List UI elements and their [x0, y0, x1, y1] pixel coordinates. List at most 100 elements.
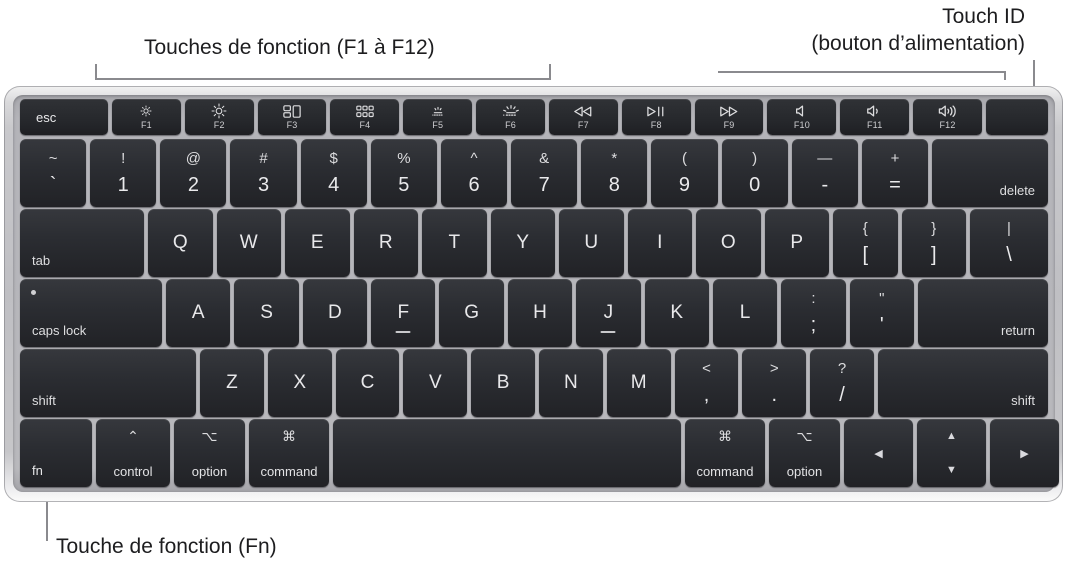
- key-option-left[interactable]: ⌥ option: [174, 419, 245, 487]
- key-fn[interactable]: fn: [20, 419, 92, 487]
- key-f10-volume-mute[interactable]: F10: [767, 99, 837, 135]
- key-5[interactable]: % 5: [370, 139, 437, 207]
- key-7-shift-legend: &: [539, 150, 550, 167]
- key-v[interactable]: V: [403, 349, 468, 417]
- key-period-legend: .: [771, 384, 778, 406]
- key-f[interactable]: F: [371, 279, 436, 347]
- key-backslash-legend: \: [1006, 244, 1012, 266]
- key-r[interactable]: R: [353, 209, 418, 277]
- key-shift-left[interactable]: shift: [20, 349, 196, 417]
- key-q[interactable]: Q: [148, 209, 213, 277]
- key-arrow-left[interactable]: ◀: [844, 419, 913, 487]
- key-w[interactable]: W: [216, 209, 281, 277]
- key-bracket-left[interactable]: { [: [833, 209, 898, 277]
- key-shift-right[interactable]: shift: [877, 349, 1048, 417]
- key-arrow-up-down[interactable]: ▲ ▼: [917, 419, 986, 487]
- key-c[interactable]: C: [335, 349, 400, 417]
- key-z[interactable]: Z: [200, 349, 264, 417]
- key-9[interactable]: ( 9: [651, 139, 718, 207]
- key-j[interactable]: J: [576, 279, 641, 347]
- key-d[interactable]: D: [302, 279, 368, 347]
- annotation-fn-key: Touche de fonction (Fn): [56, 535, 277, 558]
- leader-line-function-keys-span: [95, 78, 551, 80]
- key-f11-volume-down[interactable]: F11: [840, 99, 910, 135]
- key-p[interactable]: P: [764, 209, 829, 277]
- key-u[interactable]: U: [559, 209, 624, 277]
- key-6[interactable]: ^ 6: [440, 139, 508, 207]
- key-quote[interactable]: " ': [849, 279, 914, 347]
- key-o[interactable]: O: [696, 209, 761, 277]
- key-k[interactable]: K: [644, 279, 709, 347]
- key-h[interactable]: H: [507, 279, 573, 347]
- command-symbol-icon: ⌘: [282, 428, 296, 444]
- key-comma[interactable]: < ,: [674, 349, 739, 417]
- key-backtick-legend: `: [49, 174, 57, 196]
- key-7[interactable]: & 7: [511, 139, 578, 207]
- key-command-right[interactable]: ⌘ command: [685, 419, 765, 487]
- keyboard-backlight-up-icon: [500, 104, 522, 118]
- key-option-right[interactable]: ⌥ option: [769, 419, 840, 487]
- key-command-left[interactable]: ⌘ command: [249, 419, 329, 487]
- key-equals[interactable]: + =: [861, 139, 929, 207]
- key-3[interactable]: # 3: [230, 139, 297, 207]
- key-m[interactable]: M: [606, 349, 671, 417]
- key-space[interactable]: [333, 419, 681, 487]
- key-slash[interactable]: ? /: [810, 349, 874, 417]
- key-e[interactable]: E: [285, 209, 350, 277]
- key-control[interactable]: ⌃ control: [96, 419, 170, 487]
- homing-bar-icon: [600, 331, 616, 333]
- key-option-left-label: option: [191, 464, 228, 479]
- key-i[interactable]: I: [627, 209, 692, 277]
- key-f3-mission-control[interactable]: F3: [257, 99, 327, 135]
- key-escape[interactable]: esc: [20, 99, 108, 135]
- key-8[interactable]: * 8: [581, 139, 648, 207]
- key-f2-label: F2: [213, 120, 225, 130]
- key-arrow-right[interactable]: ▶: [990, 419, 1059, 487]
- key-n[interactable]: N: [538, 349, 603, 417]
- key-semicolon[interactable]: : ;: [781, 279, 846, 347]
- key-tab[interactable]: tab: [20, 209, 144, 277]
- key-b[interactable]: B: [471, 349, 535, 417]
- key-2[interactable]: @ 2: [160, 139, 227, 207]
- key-caps-lock[interactable]: caps lock: [20, 279, 162, 347]
- key-arrow-down[interactable]: ▼: [946, 464, 957, 476]
- volume-down-icon: [866, 104, 883, 118]
- key-f1-brightness-down[interactable]: F1: [112, 99, 181, 135]
- key-3-shift-legend: #: [259, 150, 268, 167]
- key-g[interactable]: G: [439, 279, 504, 347]
- key-period[interactable]: > .: [742, 349, 807, 417]
- mission-control-icon: [283, 104, 301, 118]
- key-touch-id-power-button[interactable]: [985, 99, 1048, 135]
- key-x[interactable]: X: [267, 349, 332, 417]
- key-y[interactable]: Y: [490, 209, 555, 277]
- key-s[interactable]: S: [234, 279, 299, 347]
- caps-lock-indicator-icon: [31, 290, 36, 295]
- key-9-legend: 9: [678, 174, 691, 196]
- key-minus[interactable]: — -: [791, 139, 858, 207]
- key-f4-launchpad[interactable]: F4: [330, 99, 400, 135]
- keyboard-keybed: esc F1 F2 F3 F4 F5 F6 F7 F8 F9 F10 F11 F…: [13, 95, 1059, 492]
- key-4[interactable]: $ 4: [300, 139, 367, 207]
- key-arrow-up[interactable]: ▲: [946, 430, 957, 442]
- key-f2-brightness-up[interactable]: F2: [184, 99, 254, 135]
- key-backslash[interactable]: | \: [970, 209, 1048, 277]
- key-l[interactable]: L: [712, 279, 778, 347]
- key-f12-volume-up[interactable]: F12: [913, 99, 982, 135]
- volume-mute-icon: [795, 104, 809, 118]
- key-delete[interactable]: delete: [932, 139, 1049, 207]
- key-f7-rewind[interactable]: F7: [548, 99, 618, 135]
- key-bracket-right[interactable]: } ]: [901, 209, 966, 277]
- key-f8-play-pause[interactable]: F8: [621, 99, 691, 135]
- key-return[interactable]: return: [917, 279, 1048, 347]
- key-t[interactable]: T: [422, 209, 487, 277]
- key-f6-keyboard-brightness-up[interactable]: F6: [476, 99, 545, 135]
- key-f5-keyboard-brightness-down[interactable]: F5: [403, 99, 473, 135]
- key-1[interactable]: ! 1: [90, 139, 157, 207]
- key-backtick[interactable]: ~ `: [20, 139, 87, 207]
- leader-line-touch-id-tick: [1004, 71, 1006, 80]
- command-symbol-icon: ⌘: [718, 428, 732, 444]
- key-f9-fast-forward[interactable]: F9: [694, 99, 764, 135]
- key-a[interactable]: A: [166, 279, 231, 347]
- key-period-shift-legend: >: [769, 360, 779, 377]
- key-0[interactable]: ) 0: [721, 139, 788, 207]
